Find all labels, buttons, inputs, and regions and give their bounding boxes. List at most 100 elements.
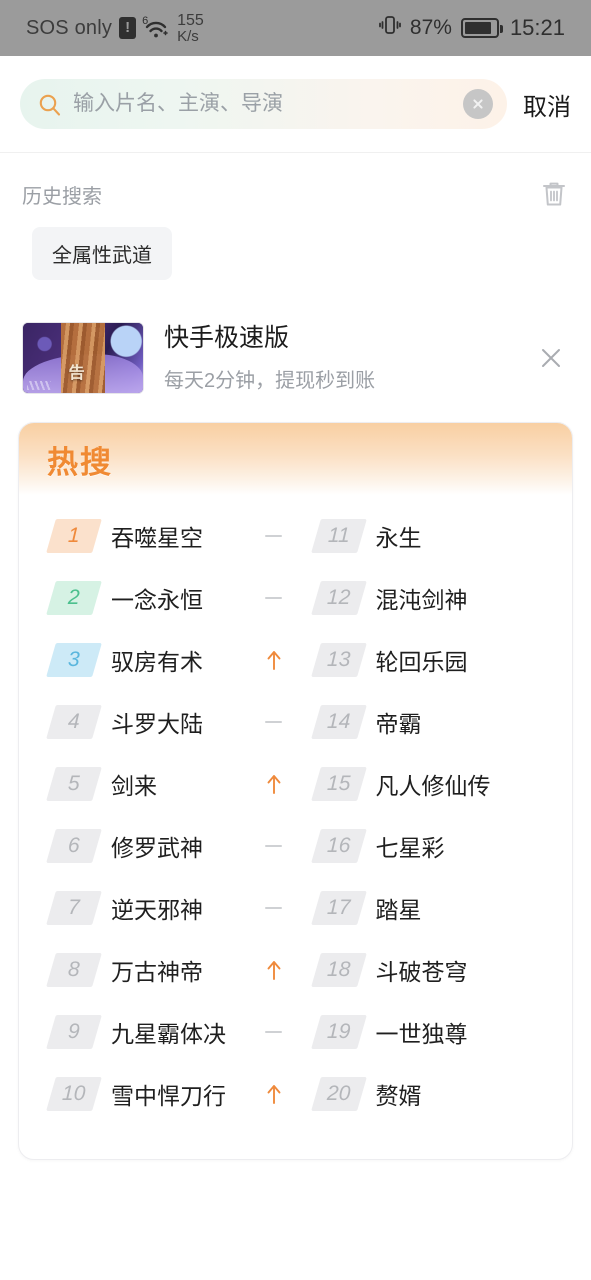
hot-search-rank: 20 [310, 1077, 367, 1111]
trend-up-icon [260, 773, 288, 795]
hot-search-title: 热搜 [47, 444, 113, 480]
hot-search-row[interactable]: 4 斗罗大陆 [31, 691, 296, 753]
hot-search-rank-label: 6 [67, 834, 81, 857]
hot-search-title-label[interactable]: 永生 [376, 519, 511, 553]
trend-flat-icon [260, 1031, 288, 1033]
ad-subtitle: 每天2分钟，提现秒到账 [164, 369, 376, 392]
hot-search-card: 热搜 1 吞噬星空 2 一念永恒 3 驭房有术 4 斗罗大陆 5 剑来 6 修罗武神 7 逆天邪神 8 万古神… [18, 422, 573, 1160]
trend-flat-icon [260, 845, 288, 847]
hot-search-rank: 19 [310, 1015, 367, 1049]
hot-search-title-label[interactable]: 赘婿 [376, 1077, 511, 1111]
hot-search-row[interactable]: 1 吞噬星空 [31, 505, 296, 567]
hot-search-rank: 6 [46, 829, 102, 863]
hot-search-rank-label: 16 [326, 834, 351, 857]
hot-search-row[interactable]: 14 帝霸 [296, 691, 561, 753]
hot-search-row[interactable]: 15 凡人修仙传 [296, 753, 561, 815]
hot-search-rank-label: 19 [326, 1020, 351, 1043]
hot-search-row[interactable]: 5 剑来 [31, 753, 296, 815]
hot-search-row[interactable]: 17 踏星 [296, 877, 561, 939]
trend-flat-icon [260, 597, 288, 599]
hot-search-title-label[interactable]: 斗罗大陆 [111, 705, 246, 739]
hot-search-title-label[interactable]: 吞噬星空 [111, 519, 246, 553]
hot-search-title-label[interactable]: 逆天邪神 [111, 891, 246, 925]
hot-search-row[interactable]: 9 九星霸体决 [31, 1001, 296, 1063]
battery-icon [460, 18, 503, 38]
ad-banner[interactable]: 告 快手极速版 每天2分钟，提现秒到账 [22, 322, 569, 394]
trend-flat-icon [260, 535, 288, 537]
search-icon [38, 93, 61, 116]
hot-search-rank: 18 [310, 953, 367, 987]
hot-search-column-right: 11 永生 12 混沌剑神 13 轮回乐园 14 帝霸 15 凡人修仙传 16 七星彩 17 踏星 18 斗破… [296, 505, 561, 1125]
close-icon[interactable] [533, 340, 569, 376]
hot-search-title-label[interactable]: 驭房有术 [111, 643, 246, 677]
hot-search-rank: 17 [310, 891, 367, 925]
hot-search-rank-label: 11 [327, 524, 350, 547]
hot-search-row[interactable]: 8 万古神帝 [31, 939, 296, 1001]
ad-thumbnail-stripes [27, 381, 51, 390]
hot-search-row[interactable]: 6 修罗武神 [31, 815, 296, 877]
hot-search-row[interactable]: 7 逆天邪神 [31, 877, 296, 939]
hot-search-rank-label: 8 [67, 958, 81, 981]
trash-icon[interactable] [539, 179, 569, 209]
status-bar-left: SOS only ! 6 155 K/s [26, 11, 379, 44]
hot-search-rank-label: 4 [67, 710, 81, 733]
hot-search-title-label[interactable]: 混沌剑神 [376, 581, 511, 615]
hot-search-rank-label: 20 [326, 1082, 351, 1105]
hot-search-rank-label: 13 [326, 648, 351, 671]
hot-search-rank-label: 5 [67, 772, 81, 795]
hot-search-rank-label: 17 [326, 896, 351, 919]
hot-search-row[interactable]: 16 七星彩 [296, 815, 561, 877]
hot-search-rank: 12 [310, 581, 367, 615]
hot-search-row[interactable]: 19 一世独尊 [296, 1001, 561, 1063]
battery-percent-label: 87% [409, 16, 452, 39]
hot-search-title-label[interactable]: 轮回乐园 [376, 643, 511, 677]
history-tag[interactable]: 全属性武道 [32, 227, 172, 280]
search-input[interactable] [73, 92, 451, 116]
ad-title: 快手极速版 [164, 324, 290, 353]
search-history-header: 历史搜索 [22, 179, 569, 209]
hot-search-title-label[interactable]: 凡人修仙传 [376, 767, 511, 801]
hot-search-row[interactable]: 13 轮回乐园 [296, 629, 561, 691]
hot-search-rank-label: 2 [67, 586, 81, 609]
hot-search-grid: 1 吞噬星空 2 一念永恒 3 驭房有术 4 斗罗大陆 5 剑来 6 修罗武神 7 逆天邪神 8 万古神帝 9 九… [19, 495, 572, 1159]
hot-search-rank: 11 [310, 519, 367, 553]
hot-search-title-label[interactable]: 修罗武神 [111, 829, 246, 863]
hot-search-title-label[interactable]: 万古神帝 [111, 953, 246, 987]
network-speed-value: 155 [177, 11, 204, 29]
hot-search-title-label[interactable]: 一世独尊 [376, 1015, 511, 1049]
hot-search-rank-label: 9 [67, 1020, 81, 1043]
hot-search-title-label[interactable]: 踏星 [376, 891, 511, 925]
cancel-button[interactable]: 取消 [517, 87, 573, 122]
ad-thumbnail: 告 [22, 322, 144, 394]
trend-up-icon [260, 649, 288, 671]
trend-up-icon [260, 1083, 288, 1105]
hot-search-title-label[interactable]: 七星彩 [376, 829, 511, 863]
hot-search-title-label[interactable]: 剑来 [111, 767, 246, 801]
hot-search-row[interactable]: 2 一念永恒 [31, 567, 296, 629]
status-bar: SOS only ! 6 155 K/s 87% 15:21 [0, 0, 591, 56]
hot-search-rank: 3 [46, 643, 102, 677]
hot-search-row[interactable]: 20 赘婿 [296, 1063, 561, 1125]
search-history-tags: 全属性武道 [22, 227, 569, 280]
hot-search-row[interactable]: 18 斗破苍穹 [296, 939, 561, 1001]
hot-search-row[interactable]: 10 雪中悍刀行 [31, 1063, 296, 1125]
hot-search-row[interactable]: 3 驭房有术 [31, 629, 296, 691]
hot-search-title-label[interactable]: 一念永恒 [111, 581, 246, 615]
hot-search-title-label[interactable]: 帝霸 [376, 705, 511, 739]
trend-flat-icon [260, 907, 288, 909]
hot-search-header: 热搜 [19, 423, 572, 495]
hot-search-rank: 13 [310, 643, 367, 677]
status-bar-right: 87% 15:21 [379, 14, 565, 42]
hot-search-rank-label: 14 [326, 710, 351, 733]
clear-search-button[interactable] [463, 89, 493, 119]
hot-search-rank-label: 15 [326, 772, 351, 795]
search-box[interactable] [20, 79, 507, 129]
hot-search-row[interactable]: 11 永生 [296, 505, 561, 567]
hot-search-rank-label: 1 [67, 524, 81, 547]
search-history-section: 历史搜索 全属性武道 [0, 153, 591, 280]
hot-search-title-label[interactable]: 斗破苍穹 [376, 953, 511, 987]
hot-search-row[interactable]: 12 混沌剑神 [296, 567, 561, 629]
hot-search-title-label[interactable]: 九星霸体决 [111, 1015, 246, 1049]
hot-search-rank-label: 3 [67, 648, 81, 671]
hot-search-title-label[interactable]: 雪中悍刀行 [111, 1077, 246, 1111]
